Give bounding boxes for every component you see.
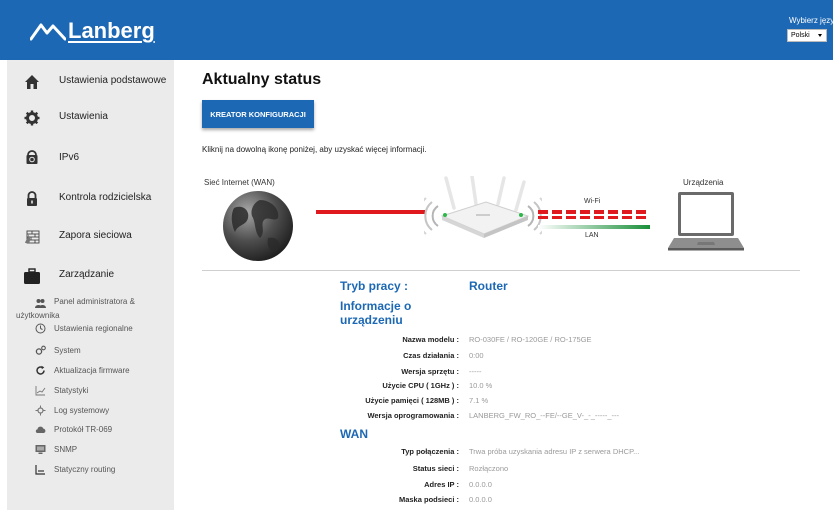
language-select[interactable]: Polski xyxy=(787,29,827,42)
lock-icon xyxy=(23,190,41,208)
sidebar-item-basic-settings[interactable]: Ustawienia podstawowe xyxy=(23,73,166,91)
sidebar-subitem-label: Statystyki xyxy=(54,386,89,395)
hint-text: Kliknij na dowolną ikonę poniżej, aby uz… xyxy=(202,145,427,154)
laptop-icon[interactable] xyxy=(668,190,744,252)
cpu-usage-label: Użycie CPU ( 1GHz ) : xyxy=(382,381,459,390)
sidebar-subitem-label: Log systemowy xyxy=(54,406,110,415)
model-name-value: RO-030FE / RO-120GE / RO-175GE xyxy=(469,335,592,344)
sidebar-item-label: Ustawienia xyxy=(59,111,108,122)
device-info-heading: Informacje o urządzeniu xyxy=(340,299,412,327)
log-icon xyxy=(35,405,46,416)
operating-mode-label: Tryb pracy : xyxy=(340,279,409,293)
uptime-label: Czas działania : xyxy=(403,351,459,360)
lanberg-mountain-icon xyxy=(30,23,66,41)
subnet-mask-value: 0.0.0.0 xyxy=(469,495,492,504)
sidebar-subitem-label: System xyxy=(54,346,81,355)
memory-usage-label: Użycie pamięci ( 128MB ) : xyxy=(365,396,459,405)
subnet-mask-label: Maska podsieci : xyxy=(398,495,459,504)
wan-label: Sieć Internet (WAN) xyxy=(204,178,275,187)
sidebar-subitem-label: Panel administratora & xyxy=(54,297,135,306)
cloud-icon xyxy=(35,426,46,433)
sidebar-item-label: Kontrola rodzicielska xyxy=(59,192,152,203)
brand-logo[interactable]: Lanberg xyxy=(30,16,155,46)
connection-type-label: Typ połączenia : xyxy=(401,447,459,456)
config-wizard-button[interactable]: KREATOR KONFIGURACJI xyxy=(202,100,314,128)
gear-icon xyxy=(23,109,41,127)
sidebar-subitem-label: Protokół TR-069 xyxy=(54,425,113,434)
monitor-icon xyxy=(35,445,46,454)
uptime-value: 0:00 xyxy=(469,351,484,360)
sidebar-item-parental-control[interactable]: Kontrola rodzicielska xyxy=(23,190,151,208)
sidebar-item-ipv6[interactable]: IPv6 xyxy=(23,148,79,166)
wan-heading: WAN xyxy=(340,427,368,441)
chart-icon xyxy=(35,386,46,396)
globe-lock-icon xyxy=(23,148,41,166)
divider xyxy=(202,270,800,271)
globe-icon[interactable] xyxy=(220,188,296,264)
memory-usage-value: 7.1 % xyxy=(469,396,489,405)
wifi-label: Wi-Fi xyxy=(584,198,601,205)
devices-label: Urządzenia xyxy=(683,178,724,187)
sidebar-item-firewall[interactable]: Zapora sieciowa xyxy=(23,228,132,246)
top-header: Lanberg Wybierz język Polski xyxy=(0,0,833,60)
hardware-version-label: Wersja sprzętu : xyxy=(401,367,459,376)
firewall-icon xyxy=(23,228,41,246)
refresh-icon xyxy=(36,365,45,375)
connection-type-value: Trwa próba uzyskania adresu IP z serwera… xyxy=(469,447,640,456)
wifi-link-line xyxy=(538,210,650,214)
lan-label: LAN xyxy=(585,232,599,239)
route-icon xyxy=(35,465,45,475)
sidebar-item-management[interactable]: Zarządzanie xyxy=(23,267,114,285)
sidebar-subitem-admin-panel[interactable]: Panel administratora & użytkownika xyxy=(7,296,174,322)
firmware-version-value: LANBERG_FW_RO_--FE/--GE_V-_-_-----_--- xyxy=(469,411,620,420)
lan-link-line xyxy=(538,225,650,229)
brand-name: Lanberg xyxy=(68,18,155,43)
language-selected: Polski xyxy=(791,32,810,39)
sidebar-item-settings[interactable]: Ustawienia xyxy=(23,109,108,127)
sidebar-item-label: Zapora sieciowa xyxy=(59,230,132,241)
network-status-label: Status sieci : xyxy=(412,464,459,473)
network-status-value: Rozłączono xyxy=(469,464,509,473)
clock-icon xyxy=(35,323,46,334)
hardware-version-value: ----- xyxy=(469,367,482,376)
wan-link-line xyxy=(316,210,425,214)
sidebar-item-label: IPv6 xyxy=(59,152,80,163)
home-icon xyxy=(23,73,41,91)
ip-address-value: 0.0.0.0 xyxy=(469,480,492,489)
router-icon[interactable] xyxy=(424,176,542,242)
ip-address-label: Adres IP : xyxy=(424,480,459,489)
sidebar: Ustawienia podstawowe Ustawienia IPv6 Ko… xyxy=(7,60,174,510)
sidebar-subitem-label-line2: użytkownika xyxy=(16,311,60,320)
sidebar-subitem-label: Ustawienia regionalne xyxy=(54,324,133,333)
sidebar-item-label: Zarządzanie xyxy=(59,269,115,280)
wifi-link-line-2 xyxy=(538,216,650,219)
cpu-usage-value: 10.0 % xyxy=(469,381,493,390)
model-name-label: Nazwa modelu : xyxy=(402,335,459,344)
sidebar-subitem-label: Statyczny routing xyxy=(54,465,116,474)
sidebar-subitem-label: Aktualizacja firmware xyxy=(54,366,130,375)
language-label: Wybierz język xyxy=(789,16,833,25)
operating-mode-value: Router xyxy=(469,279,508,293)
gears-icon xyxy=(35,345,46,355)
briefcase-icon xyxy=(23,267,41,285)
sidebar-subitem-label: SNMP xyxy=(54,445,78,454)
users-icon xyxy=(35,299,46,308)
sidebar-item-label: Ustawienia podstawowe xyxy=(59,75,167,86)
chevron-down-icon xyxy=(818,34,822,37)
page-title: Aktualny status xyxy=(202,71,322,88)
firmware-version-label: Wersja oprogramowania : xyxy=(367,411,459,420)
